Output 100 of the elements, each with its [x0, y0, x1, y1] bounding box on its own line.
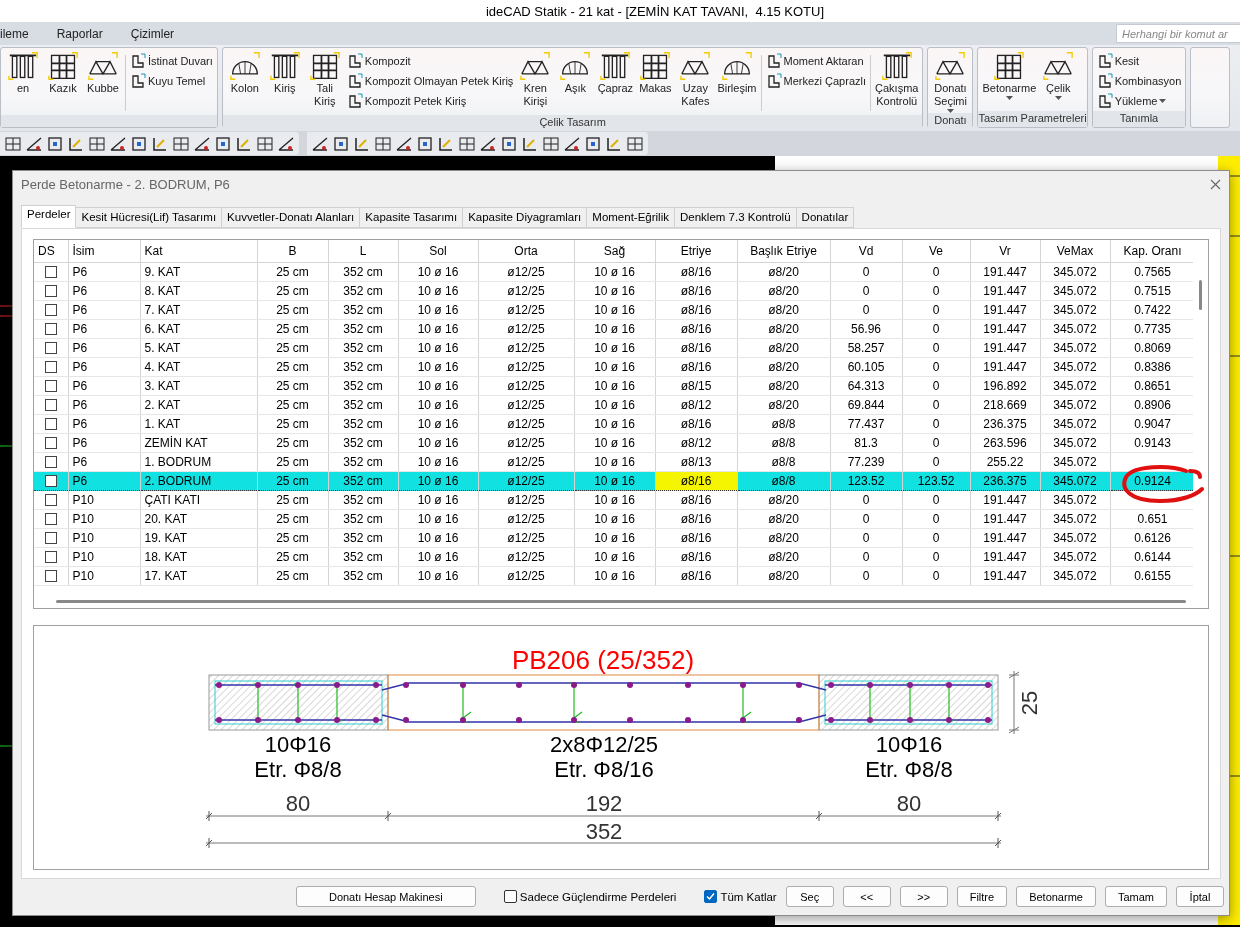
ribbon-button[interactable]: Kompozit Petek Kiriş	[346, 93, 514, 109]
ribbon-button[interactable]: Yükleme	[1096, 93, 1182, 109]
column-header[interactable]: Orta	[478, 240, 574, 263]
row-checkbox[interactable]	[44, 418, 57, 430]
ribbon-button[interactable]: Çelik	[1038, 51, 1079, 100]
square-icon[interactable]	[500, 134, 518, 153]
ribbon-button[interactable]: Makas	[635, 51, 676, 95]
ribbon-button[interactable]: Kubbe	[83, 51, 123, 95]
ribbon-button[interactable]: Kompozit Olmayan Petek Kiriş	[346, 73, 514, 89]
dialog-tab[interactable]: Donatılar	[796, 207, 855, 228]
row-checkbox[interactable]	[44, 323, 57, 335]
dialog-button[interactable]: Filtre	[956, 886, 1008, 908]
dialog-button[interactable]: İptal	[1176, 886, 1224, 908]
row-checkbox[interactable]	[44, 304, 57, 316]
table-row[interactable]: P6 7. KAT 25 cm 352 cm 10 ø 16 ø12/25 10 ø 16 ø8/16 ø8/20 0 0 191.447 345.072 0.7422	[34, 300, 1195, 320]
row-checkbox[interactable]	[44, 475, 57, 487]
column-header[interactable]: B	[257, 240, 328, 263]
table-row[interactable]: P10 19. KAT 25 cm 352 cm 10 ø 16 ø12/25 10 ø 16 ø8/16 ø8/20 0 0 191.447 345.072 0.6126	[34, 528, 1195, 548]
row-checkbox[interactable]	[44, 494, 57, 506]
table-row[interactable]: P6 8. KAT 25 cm 352 cm 10 ø 16 ø12/25 10 ø 16 ø8/16 ø8/20 0 0 191.447 345.072 0.7515	[34, 281, 1195, 301]
grid-icon[interactable]	[88, 134, 106, 153]
ribbon-button[interactable]: Kiriş	[264, 51, 305, 95]
table-row[interactable]: P6 5. KAT 25 cm 352 cm 10 ø 16 ø12/25 10 ø 16 ø8/16 ø8/20 58.257 0 191.447 345.072 0.8069	[34, 338, 1195, 358]
row-checkbox[interactable]	[44, 285, 57, 297]
row-checkbox[interactable]	[44, 532, 57, 544]
square-icon[interactable]	[332, 134, 350, 153]
row-checkbox[interactable]	[44, 266, 57, 278]
column-header[interactable]: VeMax	[1040, 240, 1110, 263]
dialog-tab[interactable]: Kapasite Diyagramları	[463, 207, 588, 228]
ribbon-button[interactable]: Kesit	[1096, 53, 1182, 69]
ribbon-button[interactable]: Uzay Kafes	[675, 51, 716, 108]
dialog-tab[interactable]: Kuvvetler-Donatı Alanları	[222, 207, 361, 228]
square-icon[interactable]	[584, 134, 602, 153]
dialog-tab[interactable]: Perdeler	[21, 205, 77, 228]
row-checkbox[interactable]	[44, 380, 57, 392]
row-checkbox[interactable]	[44, 551, 57, 563]
table-row[interactable]: P10 18. KAT 25 cm 352 cm 10 ø 16 ø12/25 10 ø 16 ø8/16 ø8/20 0 0 191.447 345.072 0.6144	[34, 547, 1195, 567]
dialog-button[interactable]: >>	[899, 886, 948, 908]
column-header[interactable]: DS	[34, 240, 68, 263]
row-checkbox[interactable]	[44, 361, 57, 373]
ribbon-button[interactable]: Kuyu Temel	[130, 73, 213, 89]
row-checkbox[interactable]	[44, 456, 57, 468]
menu-tab[interactable]: Raporlar	[56, 26, 103, 41]
column-header[interactable]: Sağ	[574, 240, 655, 263]
table-row[interactable]: P6 6. KAT 25 cm 352 cm 10 ø 16 ø12/25 10 ø 16 ø8/16 ø8/20 56.96 0 191.447 345.072 0.7735	[34, 319, 1195, 339]
dialog-tab[interactable]: Moment-Eğrilik	[587, 207, 675, 228]
ribbon-button[interactable]: Kompozit	[346, 53, 514, 69]
search-field[interactable]: Herhangi bir komut ar	[1116, 24, 1240, 43]
checkbox[interactable]	[704, 890, 718, 904]
grid-icon[interactable]	[374, 134, 392, 153]
table-row[interactable]: P6 2. KAT 25 cm 352 cm 10 ø 16 ø12/25 10 ø 16 ø8/12 ø8/20 69.844 0 218.669 345.072 0.8906	[34, 395, 1195, 415]
ribbon-button[interactable]: Aşık	[555, 51, 596, 95]
dialog-button[interactable]: Donatı Hesap Makinesi	[295, 886, 476, 908]
dialog-button[interactable]: Tamam	[1104, 886, 1167, 908]
table-row[interactable]: P10 20. KAT 25 cm 352 cm 10 ø 16 ø12/25 10 ø 16 ø8/16 ø8/20 0 0 191.447 345.072 0.651	[34, 509, 1195, 529]
column-header[interactable]: Başlık Etriye	[737, 240, 830, 263]
table-row[interactable]: P10 17. KAT 25 cm 352 cm 10 ø 16 ø12/25 10 ø 16 ø8/16 ø8/20 0 0 191.447 345.072 0.6155	[34, 566, 1195, 586]
grid-icon[interactable]	[256, 134, 274, 153]
dialog-tab[interactable]: Kapasite Tasarımı	[360, 207, 464, 228]
row-checkbox[interactable]	[44, 399, 57, 411]
dialog-button[interactable]: <<	[842, 886, 891, 908]
table-row[interactable]: P6 4. KAT 25 cm 352 cm 10 ø 16 ø12/25 10 ø 16 ø8/16 ø8/20 60.105 0 191.447 345.072 0.8386	[34, 357, 1195, 377]
close-icon[interactable]	[1210, 179, 1221, 190]
row-checkbox[interactable]	[44, 437, 57, 449]
column-header[interactable]: İsim	[68, 240, 140, 263]
ribbon-button[interactable]: Kazık	[43, 51, 83, 95]
checkbox[interactable]	[503, 890, 517, 904]
dialog-button[interactable]: Seç	[785, 886, 834, 908]
dialog-tab[interactable]: Kesit Hücresi(Lif) Tasarımı	[76, 207, 223, 228]
table-row[interactable]: P6 3. KAT 25 cm 352 cm 10 ø 16 ø12/25 10 ø 16 ø8/15 ø8/20 64.313 0 196.892 345.072 0.8651	[34, 376, 1195, 396]
square-icon[interactable]	[130, 134, 148, 153]
scroll-thumb[interactable]	[56, 600, 1186, 603]
column-header[interactable]: L	[328, 240, 398, 263]
ribbon-button[interactable]: en	[3, 51, 43, 95]
table-row[interactable]: P6 2. BODRUM 25 cm 352 cm 10 ø 16 ø12/25 10 ø 16 ø8/16 ø8/8 123.52 123.52 236.375 345.072 0.9124	[34, 471, 1195, 491]
dialog-tab[interactable]: Denklem 7.3 Kontrolü	[675, 207, 797, 228]
ribbon-button[interactable]: Tali Kiriş	[304, 51, 345, 108]
scroll-thumb[interactable]	[1199, 280, 1202, 310]
table-row[interactable]: P6 1. BODRUM 25 cm 352 cm 10 ø 16 ø12/25 10 ø 16 ø8/13 ø8/8 77.239 0 255.22 345.072	[34, 452, 1195, 472]
ribbon-button[interactable]: Betonarme	[980, 51, 1039, 100]
menu-tab[interactable]: Çizimler	[130, 26, 175, 41]
column-header[interactable]: Sol	[398, 240, 478, 263]
square-icon[interactable]	[46, 134, 64, 153]
ribbon-button[interactable]: İstinat Duvarı	[130, 53, 213, 69]
column-header[interactable]: Vd	[830, 240, 902, 263]
ribbon-button[interactable]: Moment Aktaran	[765, 53, 867, 69]
grid-icon[interactable]	[458, 134, 476, 153]
square-icon[interactable]	[416, 134, 434, 153]
square-icon[interactable]	[214, 134, 232, 153]
column-header[interactable]: Kat	[140, 240, 257, 263]
table-row[interactable]: P10 ÇATI KATI 25 cm 352 cm 10 ø 16 ø12/25 10 ø 16 ø8/16 ø8/20 0 0 191.447 345.072	[34, 490, 1195, 510]
row-checkbox[interactable]	[44, 342, 57, 354]
ribbon-button[interactable]: Birleşim	[715, 51, 759, 95]
grid-icon[interactable]	[542, 134, 560, 153]
ribbon-button[interactable]: Merkezi Çaprazlı	[765, 73, 867, 89]
ribbon-button[interactable]: Çakışma Kontrolü	[873, 51, 921, 108]
ribbon-button[interactable]: Kombinasyon	[1096, 73, 1182, 89]
ribbon-button[interactable]: Kren Kirişi	[515, 51, 556, 108]
ribbon-button[interactable]: Donatı Seçimi	[930, 51, 971, 113]
menu-tab[interactable]: ileme	[0, 26, 29, 41]
